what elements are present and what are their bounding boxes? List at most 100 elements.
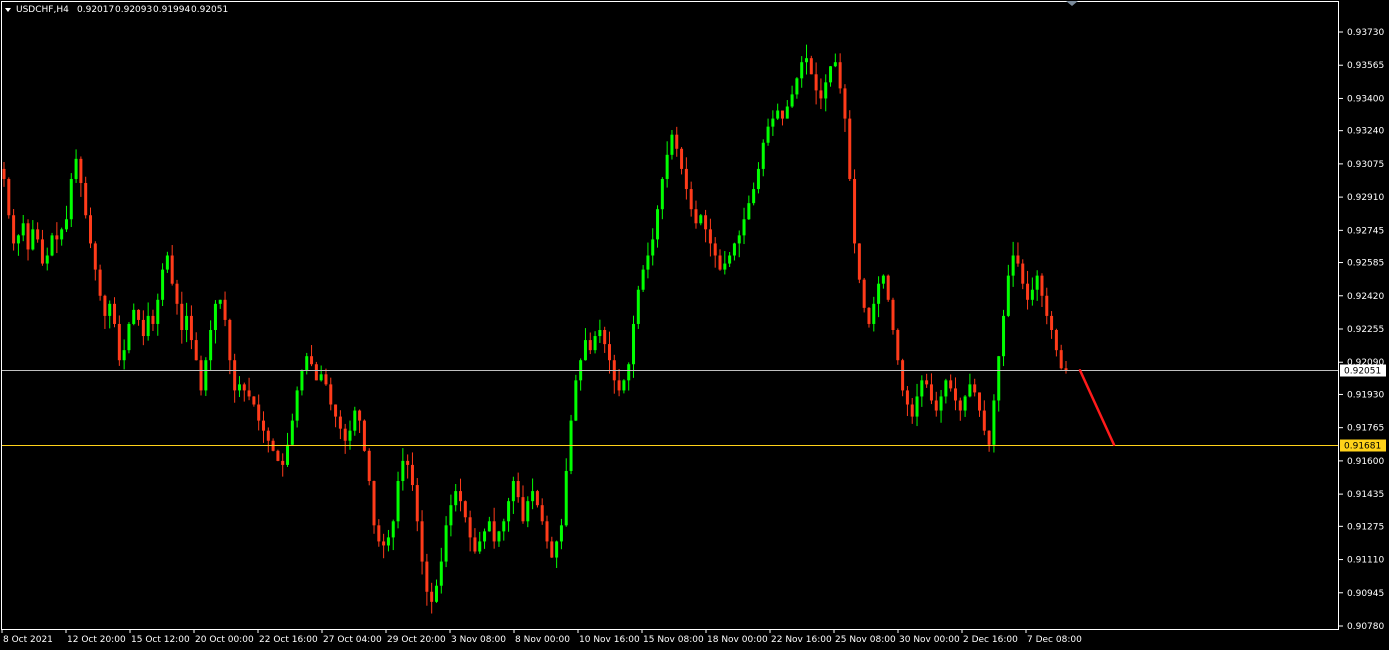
- candle-body: [386, 537, 390, 546]
- candle-body: [627, 364, 631, 381]
- candle-body: [74, 158, 78, 179]
- candle-body: [21, 223, 25, 236]
- candle-body: [300, 370, 304, 391]
- y-tick-label: 0.90780: [1347, 622, 1384, 632]
- candle-body: [252, 396, 256, 405]
- candle-body: [982, 410, 986, 431]
- candle-body: [1021, 263, 1025, 284]
- candle-body: [26, 223, 30, 250]
- candle-body: [1050, 315, 1054, 331]
- candle-body: [151, 315, 155, 324]
- candle-body: [185, 315, 189, 331]
- candle-body: [521, 497, 525, 522]
- chart-header: USDCHF,H4 0.92017 0.92093 0.91994 0.9205…: [5, 5, 228, 15]
- candle-body: [833, 62, 837, 67]
- candle-body: [886, 275, 890, 300]
- candle-body: [1016, 255, 1020, 264]
- candle-body: [415, 485, 419, 522]
- candle-body: [454, 491, 458, 506]
- candle-body: [401, 460, 405, 482]
- candle-body: [117, 323, 121, 361]
- candle-body: [199, 360, 203, 391]
- candle-body: [1026, 283, 1030, 300]
- candle-body: [1030, 289, 1034, 300]
- candle-body: [1006, 275, 1010, 316]
- candle-body: [593, 336, 597, 351]
- price-chart[interactable]: 0.92051 0.91681 0.93730 0.93565 0.93400 0.93…: [0, 0, 1389, 650]
- candle-body: [1045, 295, 1049, 316]
- candle-body: [713, 243, 717, 256]
- candle-body: [266, 430, 270, 441]
- candle-body: [449, 505, 453, 526]
- candle-body: [31, 229, 35, 250]
- candle-body: [204, 360, 208, 391]
- x-tick-label: 15 Nov 08:00: [643, 635, 704, 645]
- candle-body: [362, 420, 366, 451]
- candle-body: [968, 384, 972, 397]
- candle-body: [382, 541, 386, 546]
- x-tick-label: 7 Dec 08:00: [1027, 635, 1082, 645]
- x-tick-label: 10 Nov 16:00: [579, 635, 640, 645]
- candle-body: [732, 243, 736, 256]
- candle-body: [545, 521, 549, 542]
- candle-body: [334, 404, 338, 417]
- candle-body: [992, 400, 996, 445]
- candle-body: [1011, 255, 1015, 276]
- candle-body: [925, 380, 929, 385]
- candle-body: [896, 330, 900, 361]
- candle-body: [929, 384, 933, 401]
- candle-body: [93, 243, 97, 270]
- candle-body: [425, 561, 429, 592]
- ohlc-open: 0.92017: [77, 5, 114, 15]
- candle-body: [632, 323, 636, 365]
- candle-body: [141, 319, 145, 337]
- x-tick-label: 3 Nov 08:00: [451, 635, 506, 645]
- candle-body: [108, 303, 112, 316]
- candle-body: [247, 390, 251, 397]
- y-tick-label: 0.91930: [1347, 390, 1384, 400]
- y-tick-label: 0.93075: [1347, 160, 1384, 170]
- candle-body: [555, 541, 559, 558]
- candle-body: [36, 229, 40, 240]
- candle-body: [410, 464, 414, 486]
- candle-body: [963, 396, 967, 411]
- candle-body: [550, 541, 554, 558]
- candle-body: [69, 178, 73, 220]
- candle-body: [170, 255, 174, 284]
- candle-body: [372, 481, 376, 526]
- candle-body: [16, 235, 20, 244]
- candle-body: [459, 491, 463, 502]
- candle-body: [295, 390, 299, 421]
- candle-body: [483, 531, 487, 542]
- y-tick-label: 0.91435: [1347, 490, 1384, 500]
- candle-body: [776, 110, 780, 119]
- candle-body: [872, 303, 876, 324]
- candle-body: [891, 299, 895, 331]
- candle-body: [40, 239, 44, 264]
- candle-body: [973, 384, 977, 393]
- candle-body: [165, 255, 169, 270]
- candle-body: [829, 66, 833, 83]
- candle-body: [98, 269, 102, 296]
- candle-body: [468, 517, 472, 538]
- candle-body: [535, 491, 539, 506]
- candle-body: [377, 525, 381, 542]
- candle-body: [737, 235, 741, 244]
- candle-body: [910, 404, 914, 417]
- candle-body: [516, 481, 520, 498]
- candle-body: [290, 420, 294, 445]
- candle-body: [607, 344, 611, 361]
- x-tick-label: 8 Oct 2021: [3, 635, 53, 645]
- candle-body: [718, 255, 722, 270]
- candle-body: [113, 303, 117, 324]
- candle-body: [55, 235, 59, 240]
- candle-body: [915, 396, 919, 417]
- candle-body: [122, 350, 126, 361]
- candle-body: [853, 178, 857, 244]
- candle-body: [276, 450, 280, 461]
- candle-body: [137, 309, 141, 320]
- candle-body: [699, 215, 703, 224]
- candle-body: [434, 585, 438, 602]
- candle-body: [881, 275, 885, 284]
- candle-body: [367, 450, 371, 482]
